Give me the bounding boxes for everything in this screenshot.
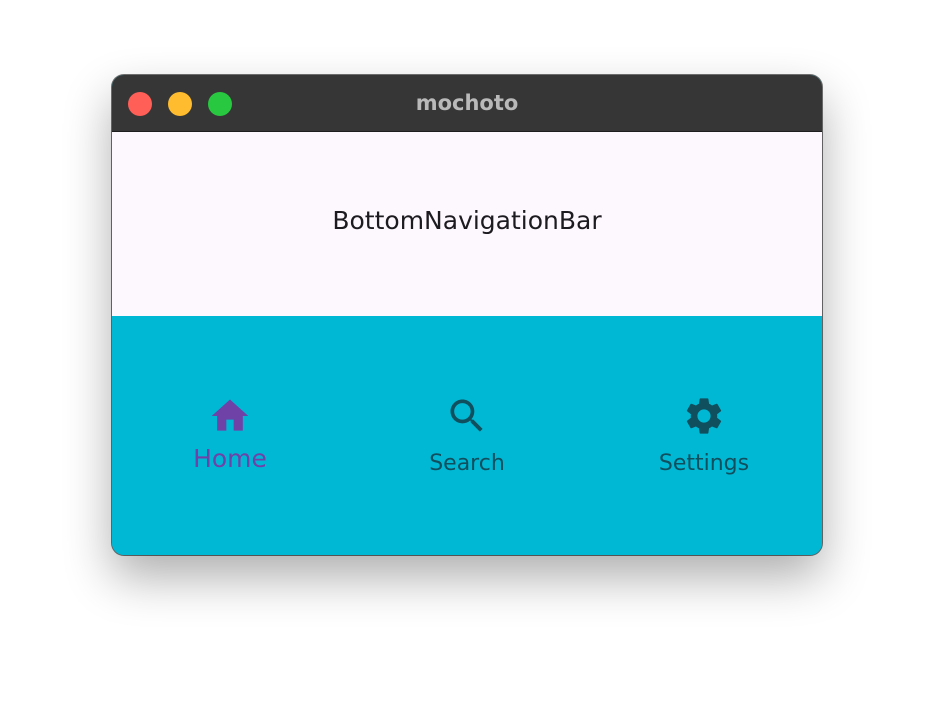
nav-item-home[interactable]: Home	[112, 316, 348, 555]
home-icon	[211, 399, 249, 431]
nav-item-settings[interactable]: Settings	[586, 316, 822, 555]
page-content-text: BottomNavigationBar	[332, 206, 602, 235]
window-title: mochoto	[415, 91, 519, 115]
nav-item-label: Settings	[658, 451, 750, 476]
content-area: BottomNavigationBar	[112, 132, 822, 316]
nav-item-label: Search	[429, 451, 505, 476]
nav-item-label: Home	[193, 444, 267, 473]
nav-item-search[interactable]: Search	[349, 316, 585, 555]
title-bar[interactable]: mochoto	[112, 75, 822, 132]
bottom-navigation-bar: Home Search Settings	[112, 316, 822, 555]
app-window: mochoto BottomNavigationBar Home Search …	[112, 75, 822, 555]
search-icon	[450, 399, 483, 432]
settings-icon	[686, 398, 722, 434]
